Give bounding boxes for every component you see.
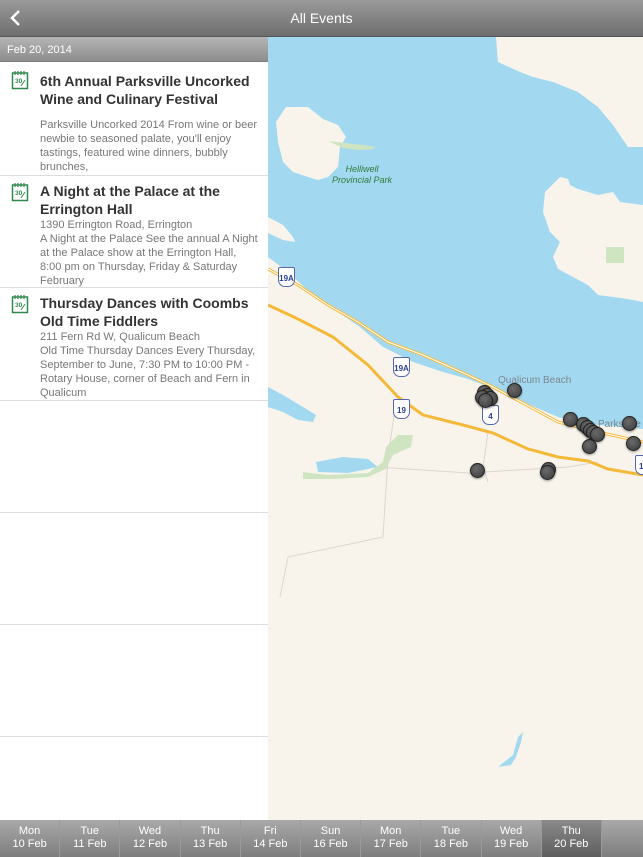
empty-row bbox=[0, 625, 268, 737]
date-tab-day: Mon bbox=[18, 825, 41, 837]
event-item[interactable]: 30 A Night at the Palace at the Erringto… bbox=[0, 176, 268, 288]
event-pin[interactable] bbox=[626, 436, 641, 451]
event-item[interactable]: 30 6th Annual Parksville Uncorked Wine a… bbox=[0, 62, 268, 176]
highway-shield-label: 4 bbox=[488, 412, 493, 421]
date-tab-day: Sun bbox=[320, 825, 341, 837]
event-pin[interactable] bbox=[622, 416, 637, 431]
highway-shield-label: 19A bbox=[394, 364, 409, 373]
date-tab[interactable]: Fri 14 Feb bbox=[241, 820, 301, 857]
event-item[interactable]: 30 Thursday Dances with Coombs Old Time … bbox=[0, 288, 268, 401]
date-tab-day: Tue bbox=[80, 825, 100, 837]
event-pin[interactable] bbox=[507, 383, 522, 398]
highway-shield: 19A bbox=[393, 357, 410, 377]
park-label-line: Helliwell bbox=[345, 164, 379, 174]
date-tab-date: 10 Feb bbox=[12, 838, 47, 850]
date-tab-date: 17 Feb bbox=[373, 838, 408, 850]
date-tab-day: Thu bbox=[200, 825, 220, 837]
event-address: 211 Fern Rd W, Qualicum Beach bbox=[40, 331, 200, 343]
highway-shield: 19 bbox=[635, 455, 643, 475]
date-tab-day: Mon bbox=[380, 825, 402, 837]
empty-row bbox=[0, 401, 268, 513]
calendar-icon: 30 bbox=[11, 183, 29, 202]
date-tab-date: 16 Feb bbox=[313, 838, 348, 850]
date-tab[interactable]: Wed 19 Feb bbox=[482, 820, 542, 857]
map-view[interactable]: Helliwell Provincial Park Qualicum Beach… bbox=[268, 37, 643, 820]
page-title: All Events bbox=[290, 10, 353, 26]
event-description: A Night at the Palace See the annual A N… bbox=[40, 233, 258, 287]
event-pin[interactable] bbox=[470, 463, 485, 478]
date-tab[interactable]: Tue 18 Feb bbox=[421, 820, 482, 857]
date-tab-date: 11 Feb bbox=[73, 838, 107, 850]
empty-row bbox=[0, 513, 268, 625]
date-tab[interactable]: Mon 10 Feb bbox=[0, 820, 61, 857]
date-tab-day: Wed bbox=[499, 825, 523, 837]
navigation-bar: All Events bbox=[0, 0, 643, 37]
highway-shield-label: 19 bbox=[639, 462, 643, 471]
event-pin[interactable] bbox=[478, 393, 493, 408]
event-description: Parksville Uncorked 2014 From wine or be… bbox=[40, 119, 258, 173]
date-tab-day: Fri bbox=[263, 825, 277, 837]
date-tab-date: 20 Feb bbox=[554, 838, 589, 850]
date-tab[interactable]: Thu 13 Feb bbox=[181, 820, 241, 857]
svg-text:30: 30 bbox=[15, 78, 23, 85]
highway-shield: 19 bbox=[393, 399, 410, 419]
svg-text:30: 30 bbox=[15, 302, 23, 309]
date-tab[interactable]: Sun 16 Feb bbox=[301, 820, 362, 857]
highway-shield-label: 19 bbox=[397, 406, 406, 415]
park-label: Helliwell Provincial Park bbox=[332, 164, 392, 186]
calendar-icon: 30 bbox=[11, 295, 29, 314]
date-tab-date: 18 Feb bbox=[433, 838, 469, 850]
highway-shield-label: 19A bbox=[279, 274, 294, 283]
date-tab-date: 12 Feb bbox=[132, 838, 168, 850]
date-tab[interactable]: Thu 20 Feb bbox=[541, 820, 602, 857]
park-area bbox=[606, 247, 624, 263]
event-pin[interactable] bbox=[582, 439, 597, 454]
event-address: 1390 Errington Road, Errington bbox=[40, 219, 193, 231]
date-tab-day: Thu bbox=[561, 825, 581, 837]
calendar-icon: 30 bbox=[11, 71, 29, 90]
event-pin[interactable] bbox=[540, 465, 555, 480]
date-tab-day: Wed bbox=[138, 825, 162, 837]
event-title: A Night at the Palace at the Errington H… bbox=[40, 183, 220, 217]
date-tab-date: 14 Feb bbox=[253, 838, 288, 850]
event-list: Feb 20, 2014 30 6th Annual Parksville Un… bbox=[0, 37, 268, 820]
event-title: Thursday Dances with Coombs Old Time Fid… bbox=[40, 295, 249, 329]
section-header-date: Feb 20, 2014 bbox=[0, 37, 268, 62]
date-tab[interactable]: Wed 12 Feb bbox=[120, 820, 181, 857]
date-tab[interactable]: Tue 11 Feb bbox=[60, 820, 121, 857]
svg-text:30: 30 bbox=[15, 190, 23, 197]
park-label-line: Provincial Park bbox=[332, 175, 393, 185]
date-tab-date: 13 Feb bbox=[193, 838, 228, 850]
date-tab-date: 19 Feb bbox=[493, 838, 529, 850]
highway-shield: 19A bbox=[278, 267, 295, 287]
date-tab-bar: Mon 10 Feb Tue 11 Feb Wed 12 Feb Thu 13 Feb Fri 1… bbox=[0, 820, 643, 857]
event-description: Old Time Thursday Dances Every Thursday,… bbox=[40, 345, 256, 399]
date-tab-day: Tue bbox=[441, 825, 461, 837]
highway-shield: 4 bbox=[482, 405, 499, 425]
date-tab[interactable]: Mon 17 Feb bbox=[361, 820, 422, 857]
event-title: 6th Annual Parksville Uncorked Wine and … bbox=[40, 73, 250, 107]
